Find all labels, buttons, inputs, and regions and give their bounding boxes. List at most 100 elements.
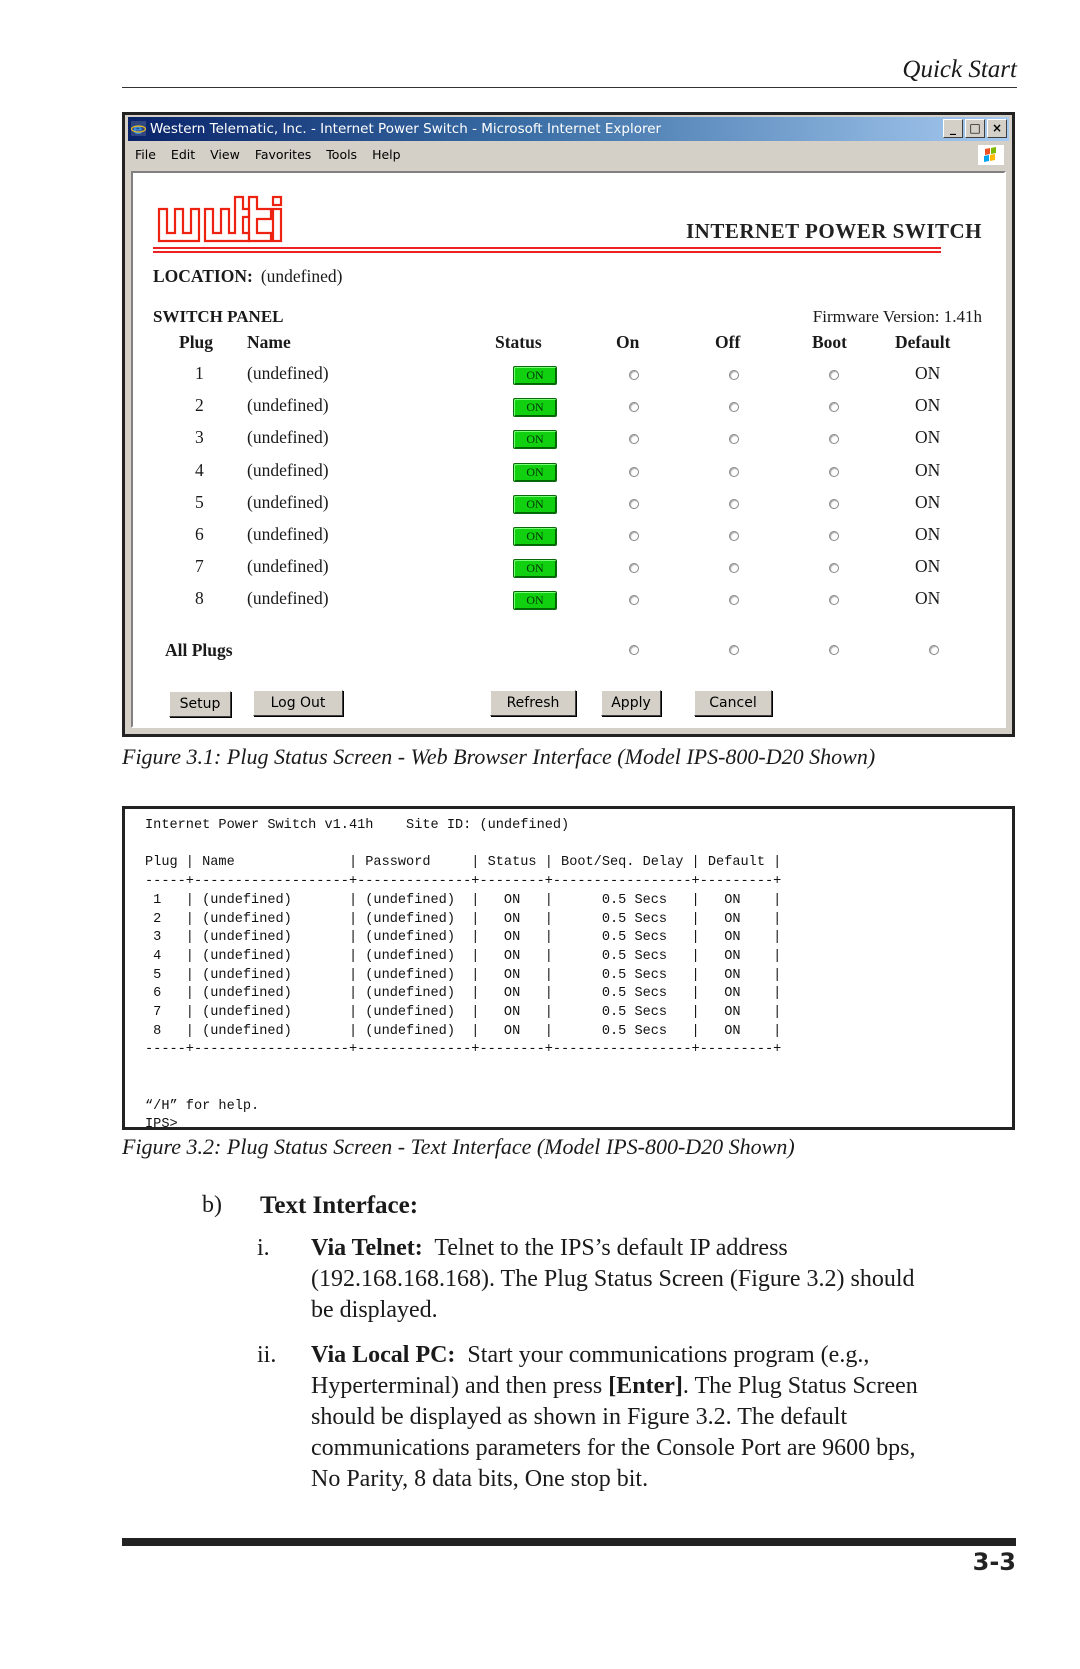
menu-favorites[interactable]: Favorites: [255, 147, 311, 162]
plug-name: (undefined): [247, 556, 329, 577]
page-number: 3-3: [972, 1548, 1016, 1576]
plug-number: 1: [195, 363, 204, 383]
footer-rule: [122, 1538, 1016, 1546]
plug-boot-radio[interactable]: [829, 563, 839, 574]
plug-name: (undefined): [247, 363, 329, 383]
col-off: Off: [715, 332, 741, 352]
wti-logo: wti: [157, 195, 283, 243]
page-header-title: Quick Start: [902, 56, 1017, 83]
terminal-line: “/H” for help.: [145, 1098, 260, 1114]
plug-boot-radio[interactable]: [829, 498, 839, 509]
maximize-button[interactable]: □: [965, 119, 985, 138]
plug-name: (undefined): [247, 524, 329, 544]
plug-status-button[interactable]: ON: [513, 398, 557, 418]
plug-name: (undefined): [247, 395, 329, 416]
all-plugs-on-radio[interactable]: [629, 645, 639, 655]
menu-file[interactable]: File: [135, 147, 156, 162]
menu-edit[interactable]: Edit: [171, 147, 195, 162]
plug-status-button[interactable]: ON: [513, 527, 557, 546]
terminal-line: 8 | (undefined) | (undefined) | ON | 0.5…: [145, 1023, 782, 1039]
plug-status-button[interactable]: ON: [513, 591, 557, 611]
plug-off-radio[interactable]: [729, 531, 739, 541]
terminal-line: 7 | (undefined) | (undefined) | ON | 0.5…: [145, 1005, 782, 1021]
plug-on-radio[interactable]: [629, 595, 639, 606]
terminal-line: 6 | (undefined) | (undefined) | ON | 0.5…: [145, 986, 782, 1002]
terminal-line: -----+-------------------+--------------…: [145, 1042, 782, 1058]
apply-button[interactable]: Apply: [601, 690, 661, 716]
svg-text:wti: wti: [157, 195, 159, 196]
all-plugs-label: All Plugs: [165, 640, 233, 660]
plug-status-button[interactable]: ON: [513, 462, 557, 482]
plug-off-radio[interactable]: [729, 466, 739, 477]
col-status: Status: [495, 332, 542, 352]
close-button[interactable]: ×: [987, 119, 1007, 138]
all-plugs-off-radio[interactable]: [729, 645, 739, 655]
item-2-text: Via Local PC: Start your communications …: [311, 1342, 918, 1492]
browser-window: e Western Telematic, Inc. - Internet Pow…: [122, 112, 1015, 737]
plug-off-radio[interactable]: [729, 434, 739, 445]
plug-number: 2: [195, 395, 204, 416]
plug-status-button[interactable]: ON: [513, 366, 557, 385]
plug-boot-radio[interactable]: [829, 595, 839, 606]
item-2-marker: ii.: [257, 1342, 277, 1368]
plug-off-radio[interactable]: [729, 370, 739, 380]
plug-boot-radio[interactable]: [829, 434, 839, 445]
plug-on-radio[interactable]: [629, 370, 639, 380]
window-titlebar: e Western Telematic, Inc. - Internet Pow…: [128, 117, 1009, 141]
plug-boot-radio[interactable]: [829, 466, 839, 477]
menu-help[interactable]: Help: [372, 147, 401, 162]
plug-default: ON: [915, 556, 941, 577]
plug-name: (undefined): [247, 491, 329, 512]
all-plugs-default-radio[interactable]: [929, 645, 939, 655]
col-plug: Plug: [179, 332, 214, 352]
window-title: Western Telematic, Inc. - Internet Power…: [150, 121, 662, 137]
cancel-button[interactable]: Cancel: [694, 690, 772, 716]
plug-status-button[interactable]: ON: [513, 559, 557, 579]
plug-default: ON: [915, 427, 941, 448]
page-header: Quick Start: [122, 56, 1017, 88]
plug-off-radio[interactable]: [729, 498, 739, 509]
plug-status-button[interactable]: ON: [513, 494, 557, 514]
plug-off-radio[interactable]: [729, 563, 739, 574]
item-1-lead: Via Telnet:: [311, 1235, 423, 1261]
minimize-button[interactable]: _: [943, 119, 963, 138]
terminal-line: 4 | (undefined) | (undefined) | ON | 0.5…: [145, 948, 782, 964]
plug-on-radio[interactable]: [629, 466, 639, 477]
plug-name: (undefined): [247, 459, 329, 480]
plug-on-radio[interactable]: [629, 402, 639, 413]
refresh-button[interactable]: Refresh: [490, 690, 576, 716]
plug-default: ON: [915, 524, 941, 544]
switch-panel-title: SWITCH PANEL: [153, 307, 284, 326]
terminal-screen: Internet Power Switch v1.41h Site ID: (u…: [122, 806, 1015, 1132]
section-title: Text Interface:: [260, 1192, 419, 1219]
plug-default: ON: [915, 588, 941, 609]
figure-2-caption: Figure 3.2: Plug Status Screen - Text In…: [122, 1134, 795, 1159]
plug-on-radio[interactable]: [629, 563, 639, 574]
plug-default: ON: [915, 491, 941, 512]
plug-off-radio[interactable]: [729, 595, 739, 606]
plug-boot-radio[interactable]: [829, 370, 839, 380]
terminal-line: 5 | (undefined) | (undefined) | ON | 0.5…: [145, 967, 782, 983]
plug-boot-radio[interactable]: [829, 402, 839, 413]
svg-text:e: e: [133, 122, 143, 136]
plug-on-radio[interactable]: [629, 498, 639, 509]
plug-boot-radio[interactable]: [829, 531, 839, 541]
plug-on-radio[interactable]: [629, 531, 639, 541]
menu-tools[interactable]: Tools: [326, 147, 357, 162]
product-title: INTERNET POWER SWITCH: [685, 219, 982, 243]
plug-on-radio[interactable]: [629, 434, 639, 445]
col-name: Name: [247, 332, 291, 352]
setup-button[interactable]: Setup: [169, 691, 231, 717]
plug-off-radio[interactable]: [729, 402, 739, 413]
all-plugs-boot-radio[interactable]: [829, 645, 839, 655]
menu-bar: File Edit View Favorites Tools Help: [128, 143, 1009, 167]
figure-1-caption: Figure 3.1: Plug Status Screen - Web Bro…: [122, 744, 876, 769]
firmware-version: Firmware Version: 1.41h: [812, 307, 982, 326]
menu-view[interactable]: View: [210, 147, 240, 162]
red-divider: [153, 247, 941, 253]
plug-status-button[interactable]: ON: [513, 430, 557, 450]
logout-button[interactable]: Log Out: [253, 690, 343, 716]
item-1-marker: i.: [257, 1235, 270, 1261]
